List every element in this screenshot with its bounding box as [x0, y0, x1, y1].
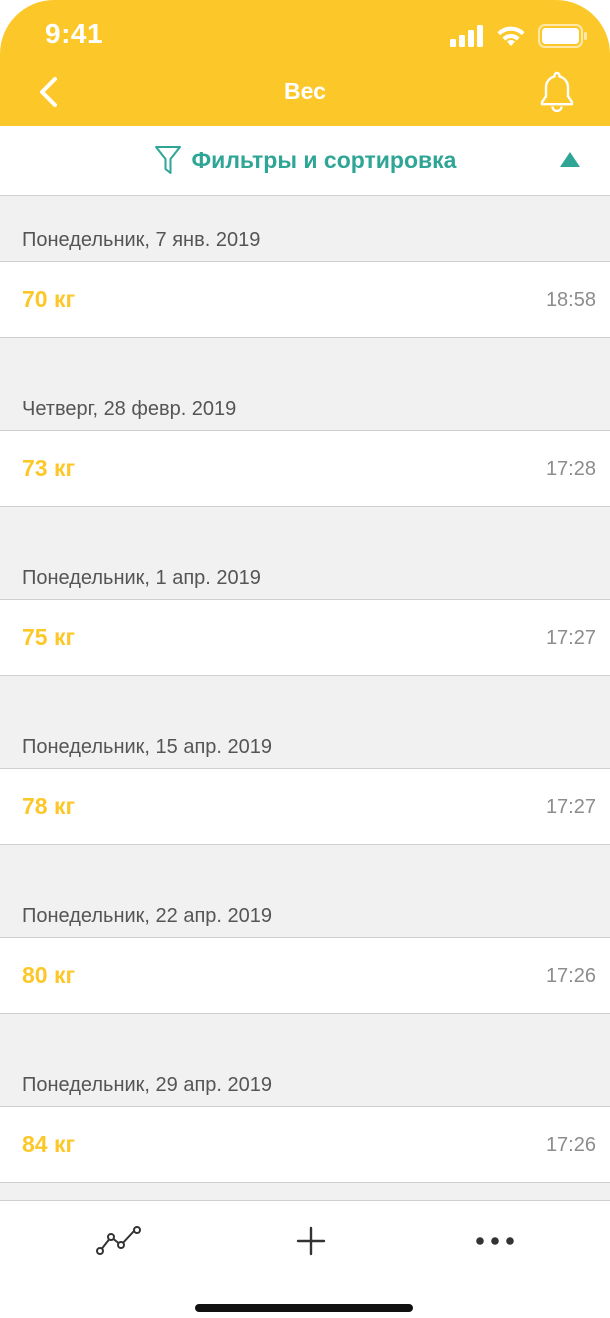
entry-weight: 78 кг — [22, 793, 76, 819]
entry-time: 17:27 — [545, 627, 596, 649]
bell-icon — [540, 71, 574, 112]
entry-date: Понедельник, 29 апр. 2019 — [22, 1074, 273, 1096]
app-screen: 9:41 Вес Фильтры и сортировка Понедельни… — [0, 0, 610, 1318]
more-icon — [476, 1237, 514, 1245]
status-time: 9:41 — [45, 18, 104, 49]
entry-row[interactable]: 78 кг 17:27 — [0, 768, 610, 845]
entry-group: Понедельник, 1 апр. 2019 75 кг 17:27 — [0, 534, 610, 703]
entry-group: Четверг, 28 февр. 2019 73 кг 17:28 — [0, 365, 610, 534]
entry-time: 17:28 — [545, 458, 596, 480]
entry-weight: 75 кг — [22, 624, 76, 650]
weight-entries-list[interactable]: Понедельник, 7 янв. 2019 70 кг 18:58 Чет… — [0, 196, 610, 1201]
bottom-tab-bar — [0, 1200, 610, 1318]
entry-weight: 70 кг — [22, 286, 76, 312]
battery-icon — [538, 24, 587, 48]
entry-weight: 80 кг — [22, 962, 76, 988]
entry-weight: 73 кг — [22, 455, 76, 481]
entry-date: Понедельник, 1 апр. 2019 — [22, 567, 261, 589]
entry-row[interactable]: 70 кг 18:58 — [0, 261, 610, 338]
notifications-button[interactable] — [534, 68, 580, 114]
status-icons — [450, 22, 588, 50]
filter-sort-bar[interactable]: Фильтры и сортировка — [0, 126, 610, 196]
entry-date: Четверг, 28 февр. 2019 — [22, 398, 237, 420]
entry-date: Понедельник, 22 апр. 2019 — [22, 905, 273, 927]
entry-date: Понедельник, 7 янв. 2019 — [22, 229, 261, 251]
collapse-arrow-icon[interactable] — [560, 152, 580, 167]
entry-group: Понедельник, 7 янв. 2019 70 кг 18:58 — [0, 196, 610, 365]
cellular-signal-icon — [450, 25, 483, 47]
entry-weight: 84 кг — [22, 1131, 76, 1157]
entry-group: Понедельник, 15 апр. 2019 78 кг 17:27 — [0, 703, 610, 872]
entry-row[interactable]: 80 кг 17:26 — [0, 937, 610, 1014]
entry-time: 17:26 — [545, 1134, 596, 1156]
header: 9:41 Вес — [0, 0, 610, 126]
entry-row[interactable]: 84 кг 17:26 — [0, 1106, 610, 1183]
entry-time: 18:58 — [545, 289, 596, 311]
page-title: Вес — [284, 78, 326, 104]
entry-row[interactable]: 73 кг 17:28 — [0, 430, 610, 507]
entry-group: Понедельник, 22 апр. 2019 80 кг 17:26 — [0, 872, 610, 1041]
more-button[interactable] — [467, 1219, 523, 1263]
filter-funnel-icon — [154, 146, 181, 174]
entry-group: Понедельник, 29 апр. 2019 84 кг 17:26 — [0, 1041, 610, 1201]
home-indicator — [195, 1304, 413, 1312]
entry-row[interactable]: 75 кг 17:27 — [0, 599, 610, 676]
wifi-icon — [497, 26, 525, 46]
plus-icon — [296, 1226, 326, 1256]
chart-tab-button[interactable] — [92, 1219, 148, 1263]
entry-time: 17:26 — [545, 965, 596, 987]
filter-sort-toggle[interactable]: Фильтры и сортировка — [0, 144, 610, 176]
entry-time: 17:27 — [545, 796, 596, 818]
filter-sort-label: Фильтры и сортировка — [191, 146, 457, 173]
add-entry-button[interactable] — [283, 1219, 339, 1263]
chart-line-icon — [96, 1226, 141, 1255]
entry-date: Понедельник, 15 апр. 2019 — [22, 736, 273, 758]
